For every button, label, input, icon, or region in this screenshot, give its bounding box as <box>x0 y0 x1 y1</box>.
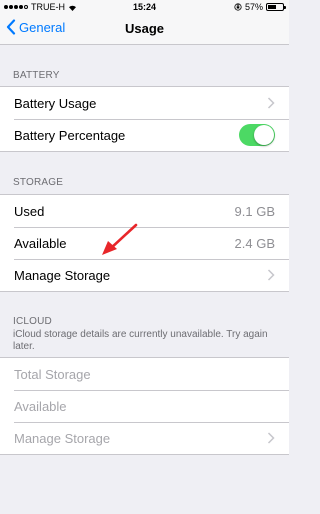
battery-percentage-toggle[interactable] <box>239 124 275 146</box>
used-value: 9.1 GB <box>234 203 275 219</box>
icloud-note: iCloud storage details are currently una… <box>13 329 268 352</box>
storage-group: Used 9.1 GB Available 2.4 GB Manage Stor… <box>0 194 289 292</box>
icloud-group: Total Storage Available Manage Storage <box>0 357 289 455</box>
battery-usage-label: Battery Usage <box>14 95 97 111</box>
battery-group: Battery Usage Battery Percentage <box>0 86 289 152</box>
battery-icon <box>266 3 286 11</box>
battery-usage-row[interactable]: Battery Usage <box>0 87 289 119</box>
available-value: 2.4 GB <box>234 235 275 251</box>
top-bar: TRUE-H 15:24 57% General Usage <box>0 0 289 45</box>
chevron-right-icon <box>267 432 275 444</box>
rotation-lock-icon <box>234 3 242 11</box>
usage-screen: TRUE-H 15:24 57% General Usage BATTERY B… <box>0 0 289 514</box>
icloud-section-header: ICLOUD <box>13 316 52 327</box>
total-storage-label: Total Storage <box>14 366 91 382</box>
chevron-right-icon <box>267 97 275 109</box>
used-label: Used <box>14 203 45 219</box>
icloud-manage-storage-row[interactable]: Manage Storage <box>0 422 289 454</box>
total-storage-row: Total Storage <box>0 358 289 390</box>
battery-section-header: BATTERY <box>13 70 60 81</box>
navigation-bar: General Usage <box>0 14 289 45</box>
status-right: 57% <box>234 2 286 12</box>
used-row: Used 9.1 GB <box>0 195 289 227</box>
status-bar: TRUE-H 15:24 57% <box>0 0 289 14</box>
battery-fill <box>268 5 276 9</box>
icloud-available-row: Available <box>0 390 289 422</box>
icloud-manage-storage-label: Manage Storage <box>14 430 111 446</box>
available-row: Available 2.4 GB <box>0 227 289 259</box>
storage-section-header: STORAGE <box>13 177 64 188</box>
annotation-arrow-icon <box>102 223 138 255</box>
chevron-right-icon <box>267 269 275 281</box>
manage-storage-label: Manage Storage <box>14 267 111 283</box>
manage-storage-row[interactable]: Manage Storage <box>0 259 289 291</box>
battery-percentage-label: Battery Percentage <box>14 127 126 143</box>
toggle-knob <box>254 125 274 145</box>
page-title: Usage <box>124 21 165 36</box>
icloud-available-label: Available <box>14 398 67 414</box>
battery-percentage-row: Battery Percentage <box>0 119 289 151</box>
battery-percentage: 57% <box>244 2 263 12</box>
